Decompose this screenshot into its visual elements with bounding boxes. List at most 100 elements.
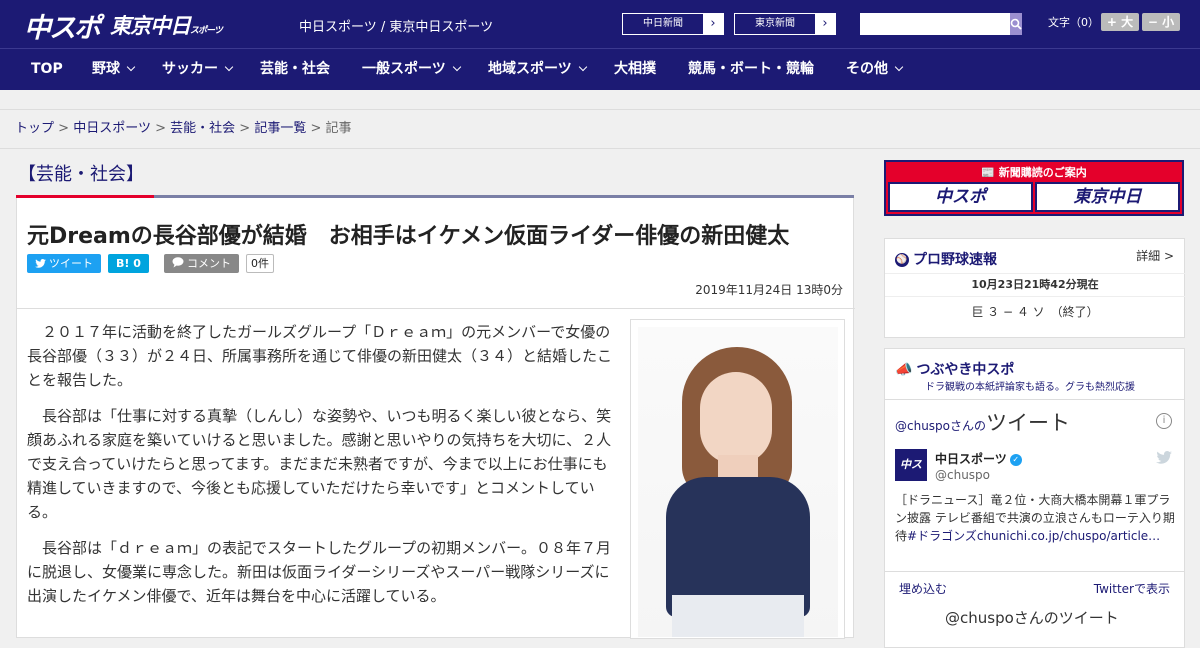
tweet-author-name[interactable]: 中日スポーツ ✓ xyxy=(935,450,1022,467)
chevron-down-icon xyxy=(126,62,136,72)
photo-face xyxy=(700,372,772,464)
twitter-box: 📣 つぶやき中スポ ドラ観戦の本紙評論家も語る。グラも熱烈応援 @chuspoさん… xyxy=(884,348,1185,648)
megaphone-icon: 📣 xyxy=(895,362,913,378)
comment-count[interactable]: 0件 xyxy=(246,254,274,273)
nav-item-sumo[interactable]: 大相撲 xyxy=(614,49,656,90)
nav-label: 競馬・ボート・競輪 xyxy=(688,61,814,77)
nav-label: 地域スポーツ xyxy=(488,61,572,77)
breadcrumb-separator: > xyxy=(58,121,70,136)
article-headline: 元Dreamの長谷部優が結婚 お相手はイケメン仮面ライダー俳優の新田健太 xyxy=(27,224,790,249)
tokyo-chunichi-logo-small: スポーツ xyxy=(190,26,223,36)
tweet-label: ツイート xyxy=(49,257,93,270)
article-divider xyxy=(17,308,855,309)
nav-label: サッカー xyxy=(162,61,218,77)
main-nav: TOP 野球 サッカー 芸能・社会 一般スポーツ 地域スポーツ 大相撲 競馬・ボ… xyxy=(0,48,1200,90)
article-paragraph: 長谷部は「ｄｒｅａｍ」の表記でスタートしたグループの初期メンバー。０８年７月に脱… xyxy=(27,539,611,605)
portrait-image xyxy=(638,327,838,637)
chevron-down-icon xyxy=(224,62,234,72)
comment-label: コメント xyxy=(187,257,231,270)
nav-label: TOP xyxy=(31,61,63,77)
chevron-down-icon xyxy=(578,62,587,72)
breadcrumb-article-list[interactable]: 記事一覧 xyxy=(254,121,306,136)
twitter-heading-text: ツイート xyxy=(986,411,1071,435)
font-size-label: 文字（0） xyxy=(1048,16,1099,29)
chunichi-shimbun-link[interactable]: 中日新聞 › xyxy=(622,13,724,35)
subscribe-tokyo-chunichi-button[interactable]: 東京中日 xyxy=(1035,182,1180,212)
article-date: 2019年11月24日 13時0分 xyxy=(695,283,843,297)
baseball-title-text: プロ野球速報 xyxy=(913,252,997,268)
avatar[interactable]: 中スポ xyxy=(895,449,927,503)
nav-item-top[interactable]: TOP xyxy=(31,49,63,90)
baseball-detail-link[interactable]: 詳細 > xyxy=(1136,247,1174,264)
nav-label: 一般スポーツ xyxy=(362,61,446,77)
subscribe-chuspo-button[interactable]: 中スポ xyxy=(888,182,1033,212)
twitter-divider xyxy=(885,399,1185,400)
nav-label: 芸能・社会 xyxy=(260,61,330,77)
nav-item-entertainment[interactable]: 芸能・社会 xyxy=(260,49,330,90)
article-card: 元Dreamの長谷部優が結婚 お相手はイケメン仮面ライダー俳優の新田健太 ツイー… xyxy=(16,198,855,639)
subscription-banner: 📰 新聞購読のご案内 中スポ 東京中日 xyxy=(884,160,1184,216)
chuspo-logo[interactable]: 中スポ xyxy=(24,6,101,45)
subscription-title: 📰 新聞購読のご案内 xyxy=(886,164,1182,180)
breadcrumb-current: 記事 xyxy=(325,121,352,136)
embed-link[interactable]: 埋め込む xyxy=(899,580,947,597)
font-larger-button[interactable]: + 大 xyxy=(1101,13,1139,31)
twitter-bird-icon xyxy=(35,259,46,268)
breadcrumb-separator: > xyxy=(239,121,251,136)
baseball-icon: ⚾ xyxy=(895,253,909,267)
search-input[interactable] xyxy=(860,13,1010,35)
speech-bubble-icon xyxy=(172,257,184,268)
spacer-band xyxy=(0,90,1200,110)
baseball-as-of: 10月23日21時42分現在 xyxy=(885,273,1185,297)
hatena-bookmark-button[interactable]: B! 0 xyxy=(108,254,149,273)
breadcrumb-separator: > xyxy=(310,121,322,136)
tweet-author-handle[interactable]: @chuspo xyxy=(935,468,990,482)
search-button[interactable] xyxy=(1010,13,1022,35)
twitter-subtitle: ドラ観戦の本紙評論家も語る。グラも熱烈応援 xyxy=(925,382,1135,393)
breadcrumb-top[interactable]: トップ xyxy=(15,121,54,136)
nav-item-local-sports[interactable]: 地域スポーツ xyxy=(488,49,587,90)
font-smaller-button[interactable]: − 小 xyxy=(1142,13,1180,31)
search-icon xyxy=(1010,18,1022,30)
baseball-score[interactable]: 巨 ３ − ４ ソ （終了） xyxy=(885,301,1185,323)
search-box xyxy=(860,13,1022,35)
article-body: ２０１７年に活動を終了したガールズグループ「Ｄｒｅａｍ」の元メンバーで女優の長谷… xyxy=(27,320,620,620)
tokyo-chunichi-logo[interactable]: 東京中日スポーツ xyxy=(110,10,223,40)
twitter-box-title: 📣 つぶやき中スポ xyxy=(895,359,1014,379)
verified-icon: ✓ xyxy=(1009,453,1022,466)
breadcrumb-separator: > xyxy=(155,121,166,136)
nav-item-general-sports[interactable]: 一般スポーツ xyxy=(362,49,461,90)
nav-item-soccer[interactable]: サッカー xyxy=(162,49,234,90)
chevron-right-icon: › xyxy=(815,14,835,34)
breadcrumb-chunichi-sports[interactable]: 中日スポーツ xyxy=(73,121,151,136)
twitter-timeline-heading: @chuspoさんのツイート xyxy=(895,407,1070,437)
twitter-bird-icon[interactable] xyxy=(1156,450,1172,468)
category-label[interactable]: 【芸能・社会】 xyxy=(18,160,144,186)
info-icon[interactable]: i xyxy=(1156,413,1172,429)
hatena-label: B! 0 xyxy=(116,257,141,270)
article-photo[interactable] xyxy=(630,319,845,639)
nav-item-other[interactable]: その他 xyxy=(846,49,904,90)
breadcrumb-entertainment[interactable]: 芸能・社会 xyxy=(170,121,235,136)
twitter-heading-prefix: @chuspoさんの xyxy=(895,419,987,433)
tweet-link[interactable]: #ドラゴンズchunichi.co.jp/chuspo/article… xyxy=(907,529,1160,543)
nav-item-baseball[interactable]: 野球 xyxy=(92,49,136,90)
site-name[interactable]: 中日スポーツ / 東京中日スポーツ xyxy=(299,16,493,35)
photo-skirt xyxy=(672,595,804,637)
tweet-author-name-text: 中日スポーツ xyxy=(935,452,1007,466)
nav-label: 野球 xyxy=(92,61,120,77)
tokyo-shimbun-label: 東京新聞 xyxy=(755,18,795,29)
view-on-twitter-link[interactable]: Twitterで表示 xyxy=(1094,580,1170,597)
twitter-footer-divider xyxy=(885,571,1185,572)
nav-item-racing[interactable]: 競馬・ボート・競輪 xyxy=(688,49,814,90)
newspaper-icon: 📰 xyxy=(981,166,999,179)
breadcrumb: トップ > 中日スポーツ > 芸能・社会 > 記事一覧 > 記事 xyxy=(0,111,1200,149)
twitter-next-heading: @chuspoさんのツイート xyxy=(945,609,1119,627)
tokyo-shimbun-link[interactable]: 東京新聞 › xyxy=(734,13,836,35)
tweet-button[interactable]: ツイート xyxy=(27,254,101,273)
nav-label: その他 xyxy=(846,61,888,77)
comment-button[interactable]: コメント xyxy=(164,254,239,273)
chevron-right-icon: › xyxy=(703,14,723,34)
tweet-text: ［ドラニュース］竜２位・大商大橋本開幕１軍プラン披露 テレビ番組で共演の立浪さん… xyxy=(895,491,1179,545)
nav-label: 大相撲 xyxy=(614,61,656,77)
